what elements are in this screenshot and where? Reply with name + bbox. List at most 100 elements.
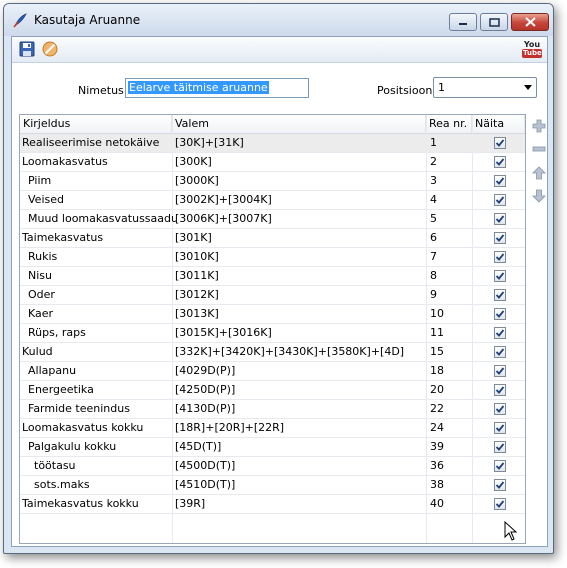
cell-valem[interactable]: [3012K] — [175, 286, 425, 304]
cell-kirjeldus[interactable]: sots.maks — [22, 476, 182, 494]
table-row[interactable]: Loomakasvatus [300K] 2 — [20, 153, 525, 172]
naita-checkbox[interactable] — [494, 327, 506, 339]
move-down-icon[interactable] — [532, 189, 546, 203]
naita-checkbox[interactable] — [494, 175, 506, 187]
cancel-icon[interactable] — [41, 40, 59, 58]
cell-rea-nr[interactable]: 1 — [430, 134, 470, 152]
report-grid[interactable]: Kirjeldus Valem Rea nr. Näita Realiseeri… — [19, 114, 526, 544]
cell-kirjeldus[interactable]: Allapanu — [22, 362, 176, 380]
cell-valem[interactable]: [4029D(P)] — [175, 362, 425, 380]
naita-checkbox[interactable] — [494, 232, 506, 244]
nimetus-input[interactable]: Eelarve täitmise aruanne — [125, 78, 309, 98]
cell-rea-nr[interactable]: 8 — [430, 267, 470, 285]
cell-rea-nr[interactable]: 40 — [430, 495, 470, 513]
naita-checkbox[interactable] — [494, 137, 506, 149]
cell-valem[interactable]: [332K]+[3420K]+[3430K]+[3580K]+[4D] — [175, 343, 425, 361]
table-row[interactable]: Realiseerimise netokäive [30K]+[31K] 1 — [20, 134, 525, 153]
cell-kirjeldus[interactable]: Veised — [22, 191, 176, 209]
cell-rea-nr[interactable]: 11 — [430, 324, 470, 342]
cell-valem[interactable]: [301K] — [175, 229, 425, 247]
cell-valem[interactable]: [3011K] — [175, 267, 425, 285]
naita-checkbox[interactable] — [494, 156, 506, 168]
cell-valem[interactable]: [4130D(P)] — [175, 400, 425, 418]
cell-valem[interactable]: [3002K]+[3004K] — [175, 191, 425, 209]
cell-rea-nr[interactable]: 39 — [430, 438, 470, 456]
cell-rea-nr[interactable]: 36 — [430, 457, 470, 475]
cell-kirjeldus[interactable]: Rüps, raps — [22, 324, 176, 342]
cell-kirjeldus[interactable]: Oder — [22, 286, 176, 304]
cell-rea-nr[interactable]: 4 — [430, 191, 470, 209]
cell-valem[interactable]: [39R] — [175, 495, 425, 513]
cell-valem[interactable]: [3006K]+[3007K] — [175, 210, 425, 228]
table-row[interactable]: Oder [3012K] 9 — [20, 286, 525, 305]
cell-kirjeldus[interactable]: Kaer — [22, 305, 176, 323]
table-row[interactable]: Veised [3002K]+[3004K] 4 — [20, 191, 525, 210]
table-row[interactable]: Energeetika [4250D(P)] 20 — [20, 381, 525, 400]
naita-checkbox[interactable] — [494, 403, 506, 415]
column-header-rea-nr[interactable]: Rea nr. — [426, 115, 472, 133]
table-row[interactable]: sots.maks [4510D(T)] 38 — [20, 476, 525, 495]
cell-valem[interactable]: [3010K] — [175, 248, 425, 266]
cell-kirjeldus[interactable]: Taimekasvatus — [22, 229, 170, 247]
naita-checkbox[interactable] — [494, 213, 506, 225]
column-header-valem[interactable]: Valem — [172, 115, 426, 133]
naita-checkbox[interactable] — [494, 441, 506, 453]
table-row[interactable]: Taimekasvatus [301K] 6 — [20, 229, 525, 248]
save-icon[interactable] — [18, 40, 36, 58]
cell-valem[interactable]: [300K] — [175, 153, 425, 171]
naita-checkbox[interactable] — [494, 270, 506, 282]
table-row[interactable]: Piim [3000K] 3 — [20, 172, 525, 191]
naita-checkbox[interactable] — [494, 498, 506, 510]
naita-checkbox[interactable] — [494, 422, 506, 434]
table-row[interactable]: Rüps, raps [3015K]+[3016K] 11 — [20, 324, 525, 343]
cell-kirjeldus[interactable]: Farmide teenindus — [22, 400, 176, 418]
cell-kirjeldus[interactable]: Kulud — [22, 343, 170, 361]
cell-valem[interactable]: [4500D(T)] — [175, 457, 425, 475]
table-row[interactable]: Farmide teenindus [4130D(P)] 22 — [20, 400, 525, 419]
cell-rea-nr[interactable]: 3 — [430, 172, 470, 190]
naita-checkbox[interactable] — [494, 289, 506, 301]
column-header-kirjeldus[interactable]: Kirjeldus — [20, 115, 172, 133]
cell-kirjeldus[interactable]: Energeetika — [22, 381, 176, 399]
cell-kirjeldus[interactable]: Taimekasvatus kokku — [22, 495, 170, 513]
column-header-naita[interactable]: Näita — [472, 115, 525, 133]
cell-rea-nr[interactable]: 10 — [430, 305, 470, 323]
cell-kirjeldus[interactable]: Nisu — [22, 267, 176, 285]
minimize-button[interactable] — [449, 13, 477, 31]
cell-rea-nr[interactable]: 5 — [430, 210, 470, 228]
maximize-button[interactable] — [480, 13, 508, 31]
naita-checkbox[interactable] — [494, 365, 506, 377]
cell-kirjeldus[interactable]: Rukis — [22, 248, 176, 266]
cell-valem[interactable]: [3015K]+[3016K] — [175, 324, 425, 342]
cell-rea-nr[interactable]: 24 — [430, 419, 470, 437]
cell-rea-nr[interactable]: 15 — [430, 343, 470, 361]
cell-valem[interactable]: [3000K] — [175, 172, 425, 190]
cell-rea-nr[interactable]: 18 — [430, 362, 470, 380]
cell-valem[interactable]: [3013K] — [175, 305, 425, 323]
cell-rea-nr[interactable]: 9 — [430, 286, 470, 304]
naita-checkbox[interactable] — [494, 194, 506, 206]
table-row[interactable]: töötasu [4500D(T)] 36 — [20, 457, 525, 476]
cell-rea-nr[interactable]: 7 — [430, 248, 470, 266]
table-row[interactable]: Palgakulu kokku [45D(T)] 39 — [20, 438, 525, 457]
cell-kirjeldus[interactable]: Realiseerimise netokäive — [22, 134, 170, 152]
cell-rea-nr[interactable]: 6 — [430, 229, 470, 247]
cell-valem[interactable]: [18R]+[20R]+[22R] — [175, 419, 425, 437]
add-row-icon[interactable] — [532, 119, 546, 133]
table-row[interactable]: Taimekasvatus kokku [39R] 40 — [20, 495, 525, 514]
cell-kirjeldus[interactable]: Palgakulu kokku — [22, 438, 176, 456]
cell-rea-nr[interactable]: 2 — [430, 153, 470, 171]
naita-checkbox[interactable] — [494, 251, 506, 263]
table-row[interactable]: Loomakasvatus kokku [18R]+[20R]+[22R] 24 — [20, 419, 525, 438]
naita-checkbox[interactable] — [494, 384, 506, 396]
naita-checkbox[interactable] — [494, 308, 506, 320]
cell-valem[interactable]: [30K]+[31K] — [175, 134, 425, 152]
cell-rea-nr[interactable]: 20 — [430, 381, 470, 399]
cell-kirjeldus[interactable]: töötasu — [22, 457, 182, 475]
naita-checkbox[interactable] — [494, 460, 506, 472]
positsioon-select[interactable]: 1 — [433, 77, 537, 98]
cell-valem[interactable]: [4510D(T)] — [175, 476, 425, 494]
cell-valem[interactable]: [45D(T)] — [175, 438, 425, 456]
cell-kirjeldus[interactable]: Piim — [22, 172, 176, 190]
table-row[interactable]: Rukis [3010K] 7 — [20, 248, 525, 267]
